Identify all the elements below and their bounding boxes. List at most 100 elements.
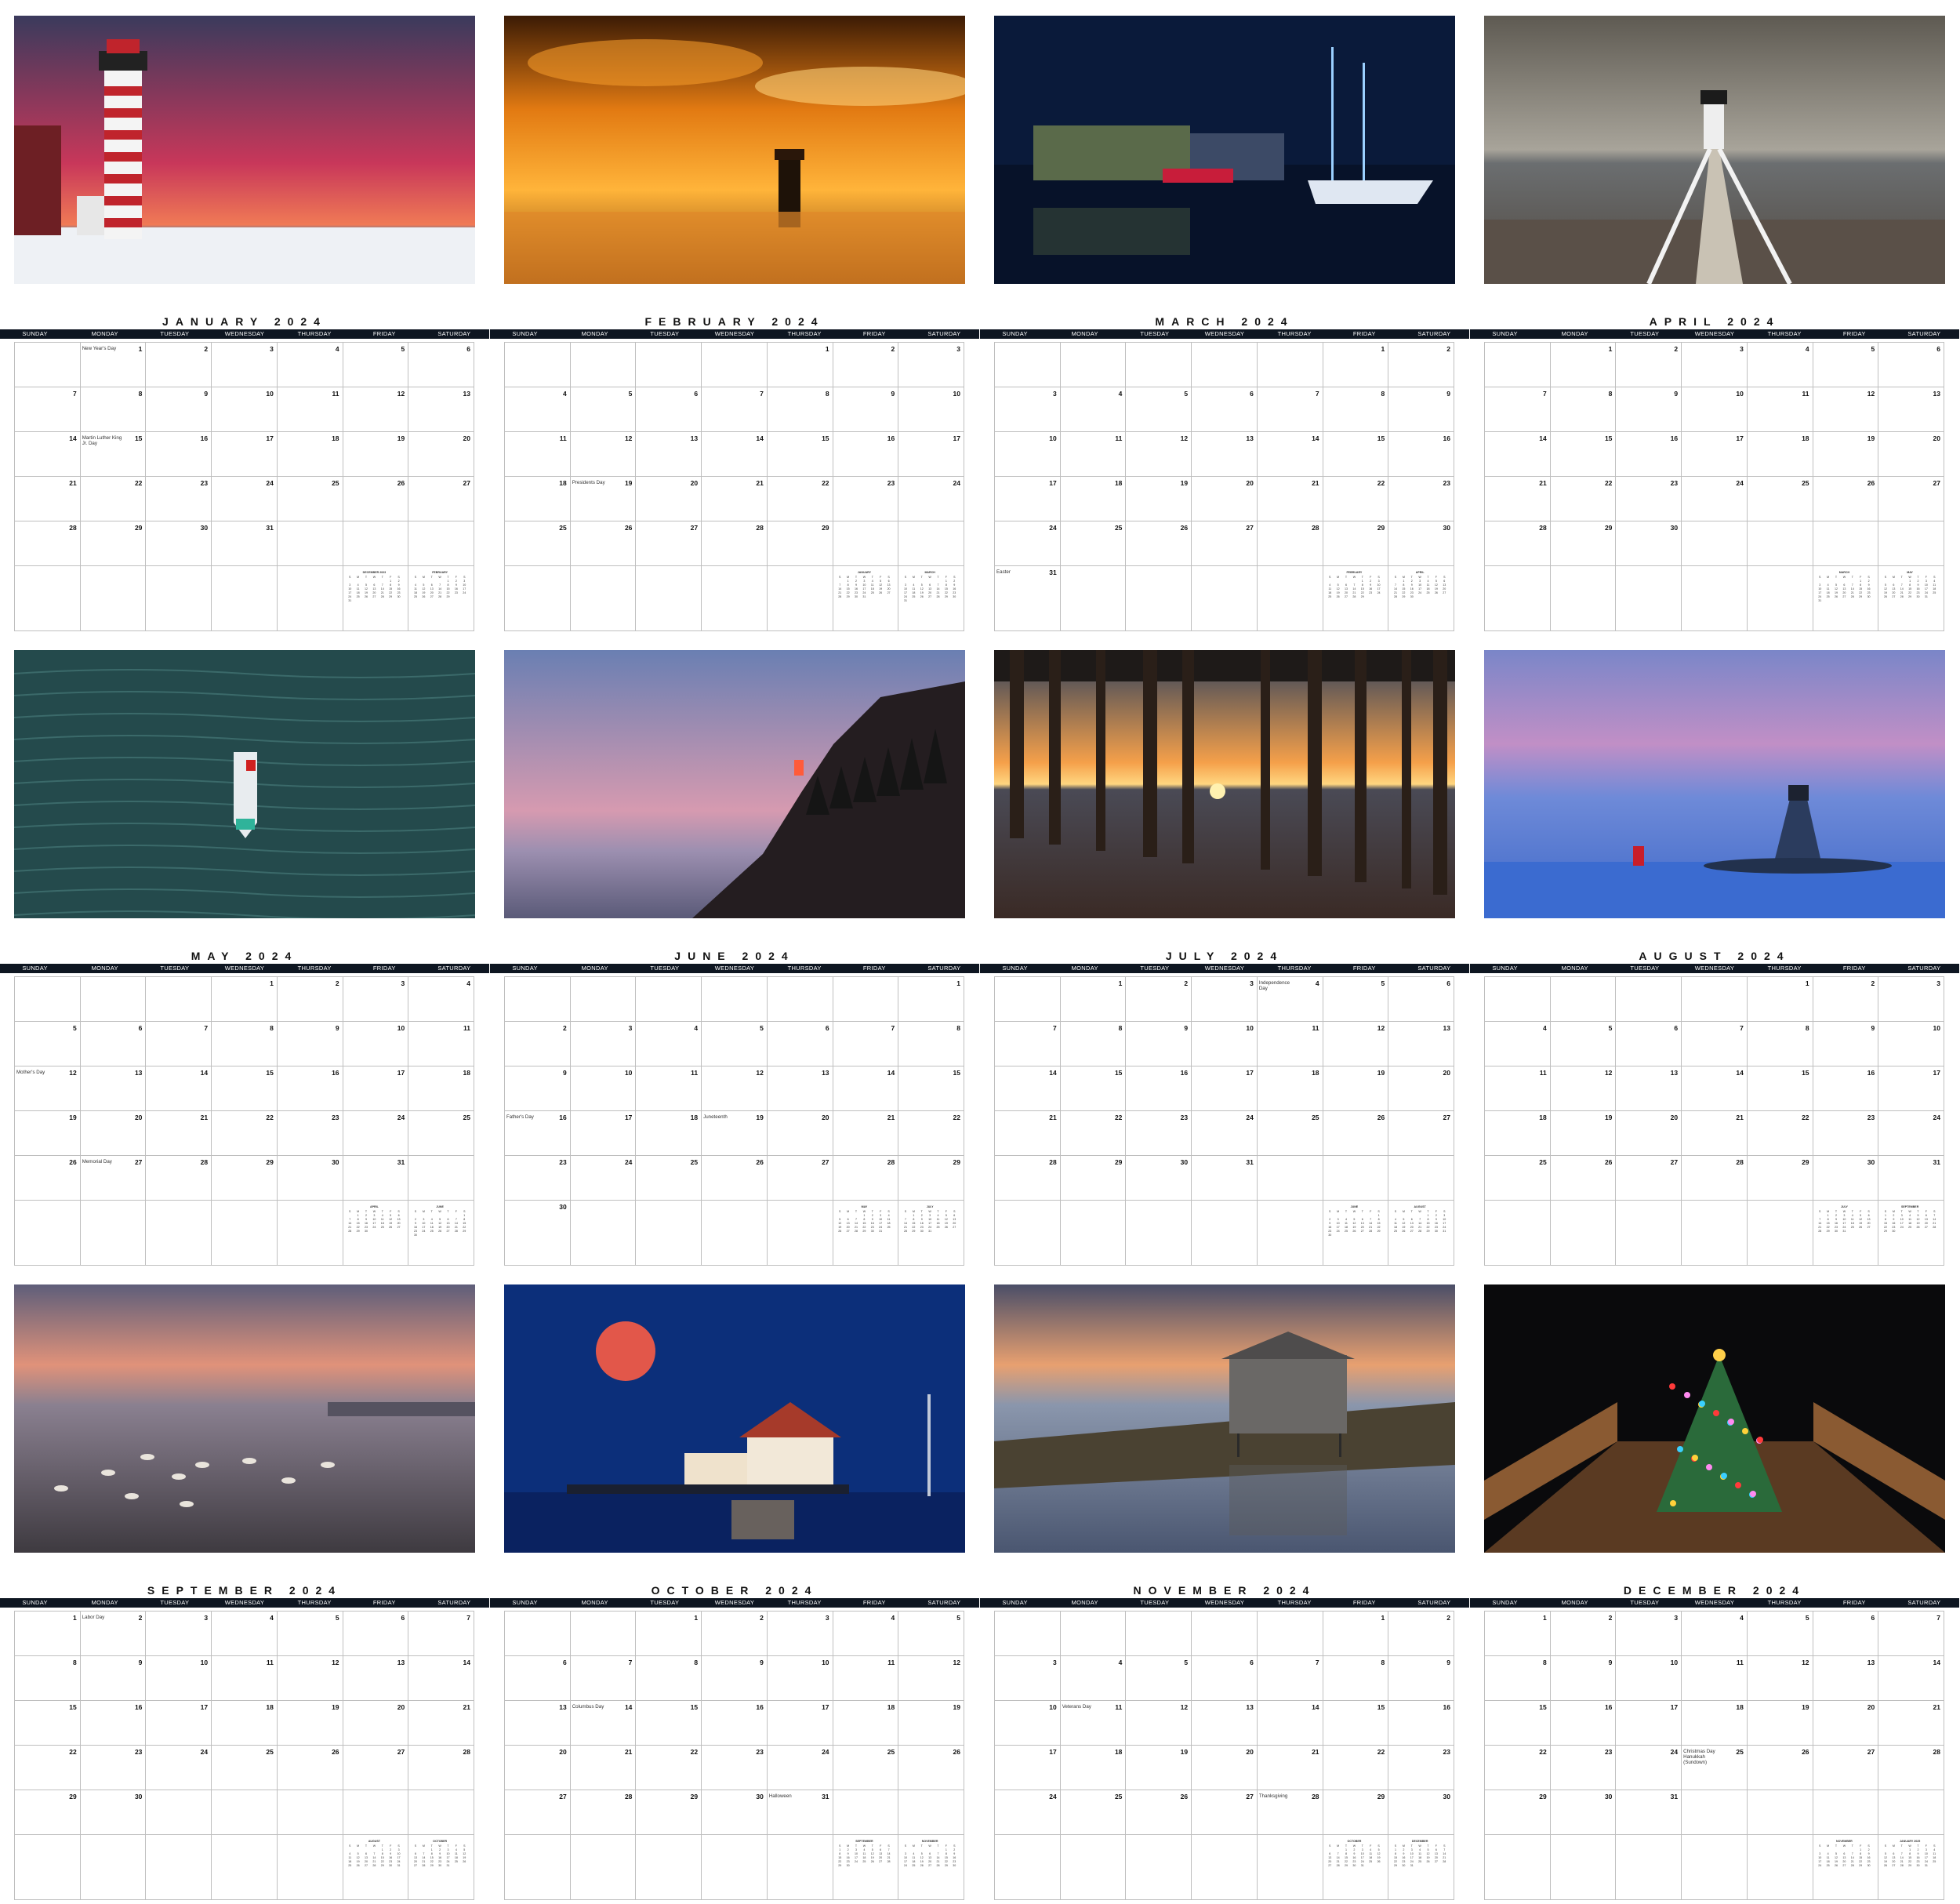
day-cell [994,976,1061,1022]
mini-day: 2 [847,1848,849,1851]
weekday-label: THURSDAY [297,330,332,337]
mini-weekday: T [1851,576,1853,579]
day-number: 3 [1052,390,1057,398]
day-number: 28 [624,1793,633,1800]
day-cell: 13 [79,1066,147,1111]
day-number: 25 [1114,1793,1123,1800]
mini-day: 1 [945,580,947,583]
weekday-label: MONDAY [1071,1599,1098,1606]
day-number: 24 [953,479,960,487]
day-cell [766,1834,833,1900]
day-cell [1059,565,1127,631]
mini-day: 26 [879,591,883,594]
mini-day: 2 [397,580,400,583]
day-number: 14 [1312,1703,1319,1711]
mini-day: 29 [1826,1230,1830,1233]
month-grid: 1 New Year's Day 2 3 4 5 6 7 8 9 10 11 12 13 14 15 Marti… [14,342,474,631]
day-number: 10 [1736,390,1744,398]
day-cell: 18 [504,476,571,521]
day-number: 26 [69,1158,77,1166]
mini-day: 27 [1328,1864,1332,1867]
mini-day: 4 [1827,583,1829,587]
mini-day: 10 [463,583,466,587]
day-number: 27 [690,524,699,532]
day-number: 22 [69,1748,77,1756]
mini-weekday: F [1925,1844,1927,1848]
mini-blank [1832,1848,1839,1851]
day-number: 13 [559,1703,567,1711]
mini-day: 21 [838,591,842,594]
day-number: 9 [1446,1659,1450,1666]
mini-day: 6 [1843,1852,1846,1855]
day-number: 2 [204,345,209,353]
day-number: 7 [891,1024,895,1032]
day-cell: 19 [1549,1110,1617,1156]
mini-blank [844,1214,851,1217]
mini-day: 7 [349,1218,351,1221]
day-number: 19 [1377,1069,1385,1077]
day-cell: 28 [145,1155,212,1201]
mini-day: 1 [390,580,392,583]
mini-calendar: MAY S M T W T F S 1 2 3 4 5 6 7 8 9 10 11 12 13 14 15 16 17 18 19 2… [837,1205,893,1233]
mini-day: 11 [1328,587,1332,590]
mini-day: 7 [904,1218,906,1221]
day-number: 19 [397,434,405,442]
mini-day: 18 [1369,1856,1373,1859]
mini-day: 2 [1917,580,1919,583]
day-number: 25 [1114,524,1123,532]
mini-day: 5 [839,1218,841,1221]
mini-day: 27 [1892,1864,1896,1867]
mini-blank [852,1214,859,1217]
day-number: 26 [624,524,633,532]
day-cell: 13 [1812,1655,1879,1701]
mini-blank [1359,1214,1366,1217]
day-cell: 20 [79,1110,147,1156]
month-page: JUNE 2024 SUNDAY MONDAY TUESDAY WEDNESDAY THU… [490,650,979,1270]
day-cell [994,1611,1061,1656]
day-cell [1256,1834,1323,1900]
day-number: 13 [1246,1703,1254,1711]
day-cell: 30 [701,1790,768,1835]
day-cell: 24 [1878,1110,1944,1156]
mini-day: 29 [838,1864,842,1867]
day-number: 13 [397,1659,405,1666]
mini-weekday: T [1410,1844,1413,1848]
day-number: 16 [134,1703,143,1711]
day-number: 7 [1936,1614,1940,1622]
mini-calendar: FEBRUARY S M T W T F S 1 2 3 4 5 6 7 8 9 10 11 12 13 14 15 16 17… [412,571,468,598]
day-number: 27 [1246,524,1254,532]
day-cell [1191,342,1258,387]
mini-day: 3 [880,1214,882,1217]
day-cell: 7 [145,1021,212,1066]
mini-blank [1400,1214,1407,1217]
mini-calendar-grid: S M T W T F S 1 2 3 4 5 6 7 8 9 10 11 12 13 14 15 16 17 18 19 20 21… [1392,1844,1448,1867]
mini-day: 20 [446,1226,450,1229]
day-cell: 13 [504,1700,571,1746]
mini-day: 28 [838,595,842,598]
mini-day: 21 [1352,591,1356,594]
day-cell [1681,1834,1748,1900]
mini-day: 27 [1410,1230,1414,1233]
day-number: 8 [1608,390,1613,398]
mini-day: 15 [838,1856,842,1859]
mini-weekday: T [1361,1844,1363,1848]
day-cell [832,976,899,1022]
day-number: 24 [1933,1114,1940,1121]
mini-day: 24 [1418,591,1422,594]
mini-weekday: S [1394,1844,1397,1848]
weekday-label: SATURDAY [437,330,471,337]
day-number: 17 [624,1114,633,1121]
day-cell: 27 [766,1155,833,1201]
day-number: 8 [694,1659,699,1666]
mini-day: 2 [1917,1848,1919,1851]
holiday-label: Martin Luther King Jr. Day [82,435,122,446]
day-number: 23 [1180,1114,1189,1121]
mini-weekday: S [839,1210,841,1213]
mini-calendar: NOVEMBER S M T W T F S 1 2 3 4 5 6 7 8 9 10 11 12 13 14 15 16 17… [1817,1840,1873,1867]
day-cell [14,565,81,631]
mini-weekday: T [1900,576,1903,579]
mini-day: 16 [953,587,956,590]
mini-day: 17 [1818,1860,1822,1863]
mini-blank [371,580,378,583]
day-number: 6 [1250,1659,1254,1666]
